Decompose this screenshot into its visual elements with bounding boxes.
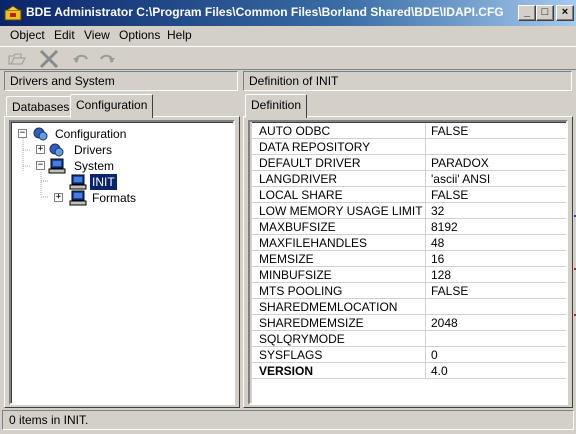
- definition-row[interactable]: MTS POOLING FALSE: [250, 283, 566, 299]
- param-name: SHAREDMEMSIZE: [250, 315, 426, 331]
- menu-view[interactable]: View: [78, 26, 116, 44]
- param-value[interactable]: 2048: [426, 315, 566, 331]
- definition-row[interactable]: LOW MEMORY USAGE LIMIT 32: [250, 203, 566, 219]
- param-value[interactable]: [426, 331, 566, 347]
- tab-definition[interactable]: Definition: [245, 94, 308, 118]
- open-icon[interactable]: [6, 49, 28, 69]
- param-name: VERSION: [250, 363, 426, 379]
- param-value[interactable]: 'ascii' ANSI: [426, 171, 566, 187]
- configuration-tab-panel: − Configuration + Drivers − System INIT …: [4, 116, 240, 408]
- bde-app-icon[interactable]: [4, 5, 22, 21]
- tree-label: Drivers: [74, 143, 112, 157]
- param-value[interactable]: FALSE: [426, 283, 566, 299]
- param-name: MEMSIZE: [250, 251, 426, 267]
- param-name: MINBUFSIZE: [250, 267, 426, 283]
- definition-row[interactable]: SHAREDMEMSIZE 2048: [250, 315, 566, 331]
- definition-row[interactable]: VERSION 4.0: [250, 363, 566, 379]
- maximize-button[interactable]: □: [536, 5, 554, 21]
- tab-configuration[interactable]: Configuration: [70, 94, 154, 118]
- tree-label: System: [74, 159, 115, 173]
- toolbar: [0, 46, 576, 70]
- menu-help[interactable]: Help: [161, 26, 198, 44]
- param-value[interactable]: [426, 299, 566, 315]
- computer-icon: [48, 158, 66, 174]
- tab-databases[interactable]: Databases: [6, 96, 76, 116]
- param-value[interactable]: FALSE: [426, 187, 566, 203]
- collapse-icon[interactable]: −: [18, 129, 27, 138]
- definition-row[interactable]: SHAREDMEMLOCATION: [250, 299, 566, 315]
- param-name: DEFAULT DRIVER: [250, 155, 426, 171]
- delete-icon[interactable]: [38, 49, 60, 69]
- menu-bar: Object Edit View Options Help: [0, 26, 576, 44]
- param-value[interactable]: 16: [426, 251, 566, 267]
- param-value[interactable]: 48: [426, 235, 566, 251]
- definition-row[interactable]: SQLQRYMODE: [250, 331, 566, 347]
- configuration-icon: [33, 127, 48, 141]
- definition-row[interactable]: DATA REPOSITORY: [250, 139, 566, 155]
- param-name: SQLQRYMODE: [250, 331, 426, 347]
- expand-icon[interactable]: +: [54, 193, 63, 202]
- definition-tab-panel: AUTO ODBC FALSE DATA REPOSITORY DEFAULT DRI…: [243, 116, 573, 408]
- param-name: SYSFLAGS: [250, 347, 426, 363]
- param-name: MTS POOLING: [250, 283, 426, 299]
- grid-left-edge: [250, 122, 252, 403]
- param-value[interactable]: 32: [426, 203, 566, 219]
- definition-row[interactable]: LOCAL SHARE FALSE: [250, 187, 566, 203]
- right-pane-header: Definition of INIT: [243, 71, 572, 91]
- param-name: DATA REPOSITORY: [250, 139, 426, 155]
- status-bar: 0 items in INIT.: [2, 410, 574, 430]
- tree-label: Formats: [92, 191, 137, 205]
- param-name: MAXFILEHANDLES: [250, 235, 426, 251]
- definition-row[interactable]: MINBUFSIZE 128: [250, 267, 566, 283]
- definition-row[interactable]: MAXBUFSIZE 8192: [250, 219, 566, 235]
- param-name: AUTO ODBC: [250, 123, 426, 139]
- param-name: LANGDRIVER: [250, 171, 426, 187]
- param-value[interactable]: 4.0: [426, 363, 566, 379]
- menu-options[interactable]: Options: [113, 26, 166, 44]
- tree-label: Configuration: [55, 127, 127, 141]
- drivers-icon: [49, 143, 64, 157]
- definition-row[interactable]: SYSFLAGS 0: [250, 347, 566, 363]
- title-bar[interactable]: BDE Administrator C:\Program Files\Commo…: [0, 0, 576, 26]
- param-value[interactable]: PARADOX: [426, 155, 566, 171]
- param-name: LOW MEMORY USAGE LIMIT: [250, 203, 426, 219]
- definition-row[interactable]: MAXFILEHANDLES 48: [250, 235, 566, 251]
- tree-label-selected: INIT: [89, 173, 118, 191]
- definition-grid[interactable]: AUTO ODBC FALSE DATA REPOSITORY DEFAULT DRI…: [248, 120, 568, 405]
- param-name: SHAREDMEMLOCATION: [250, 299, 426, 315]
- definition-row[interactable]: DEFAULT DRIVER PARADOX: [250, 155, 566, 171]
- definition-row[interactable]: MEMSIZE 16: [250, 251, 566, 267]
- menu-edit[interactable]: Edit: [48, 26, 81, 44]
- param-value[interactable]: FALSE: [426, 123, 566, 139]
- param-value[interactable]: 0: [426, 347, 566, 363]
- computer-icon: [69, 174, 87, 190]
- param-value[interactable]: 128: [426, 267, 566, 283]
- expand-icon[interactable]: +: [36, 145, 45, 154]
- param-name: LOCAL SHARE: [250, 187, 426, 203]
- computer-icon: [69, 190, 87, 206]
- config-tree[interactable]: − Configuration + Drivers − System INIT …: [9, 120, 235, 405]
- collapse-icon[interactable]: −: [36, 161, 45, 170]
- param-name: MAXBUFSIZE: [250, 219, 426, 235]
- definition-row[interactable]: LANGDRIVER'ascii' ANSI: [250, 171, 566, 187]
- left-pane-header: Drivers and System: [4, 71, 238, 91]
- param-value[interactable]: 8192: [426, 219, 566, 235]
- menu-object[interactable]: Object: [4, 26, 51, 44]
- window-title: BDE Administrator C:\Program Files\Commo…: [26, 5, 504, 19]
- definition-row[interactable]: AUTO ODBC FALSE: [250, 123, 566, 139]
- undo-icon[interactable]: [70, 49, 92, 69]
- redo-icon[interactable]: [96, 49, 118, 69]
- param-value[interactable]: [426, 139, 566, 155]
- close-button[interactable]: ×: [556, 5, 574, 21]
- minimize-button[interactable]: _: [518, 5, 536, 21]
